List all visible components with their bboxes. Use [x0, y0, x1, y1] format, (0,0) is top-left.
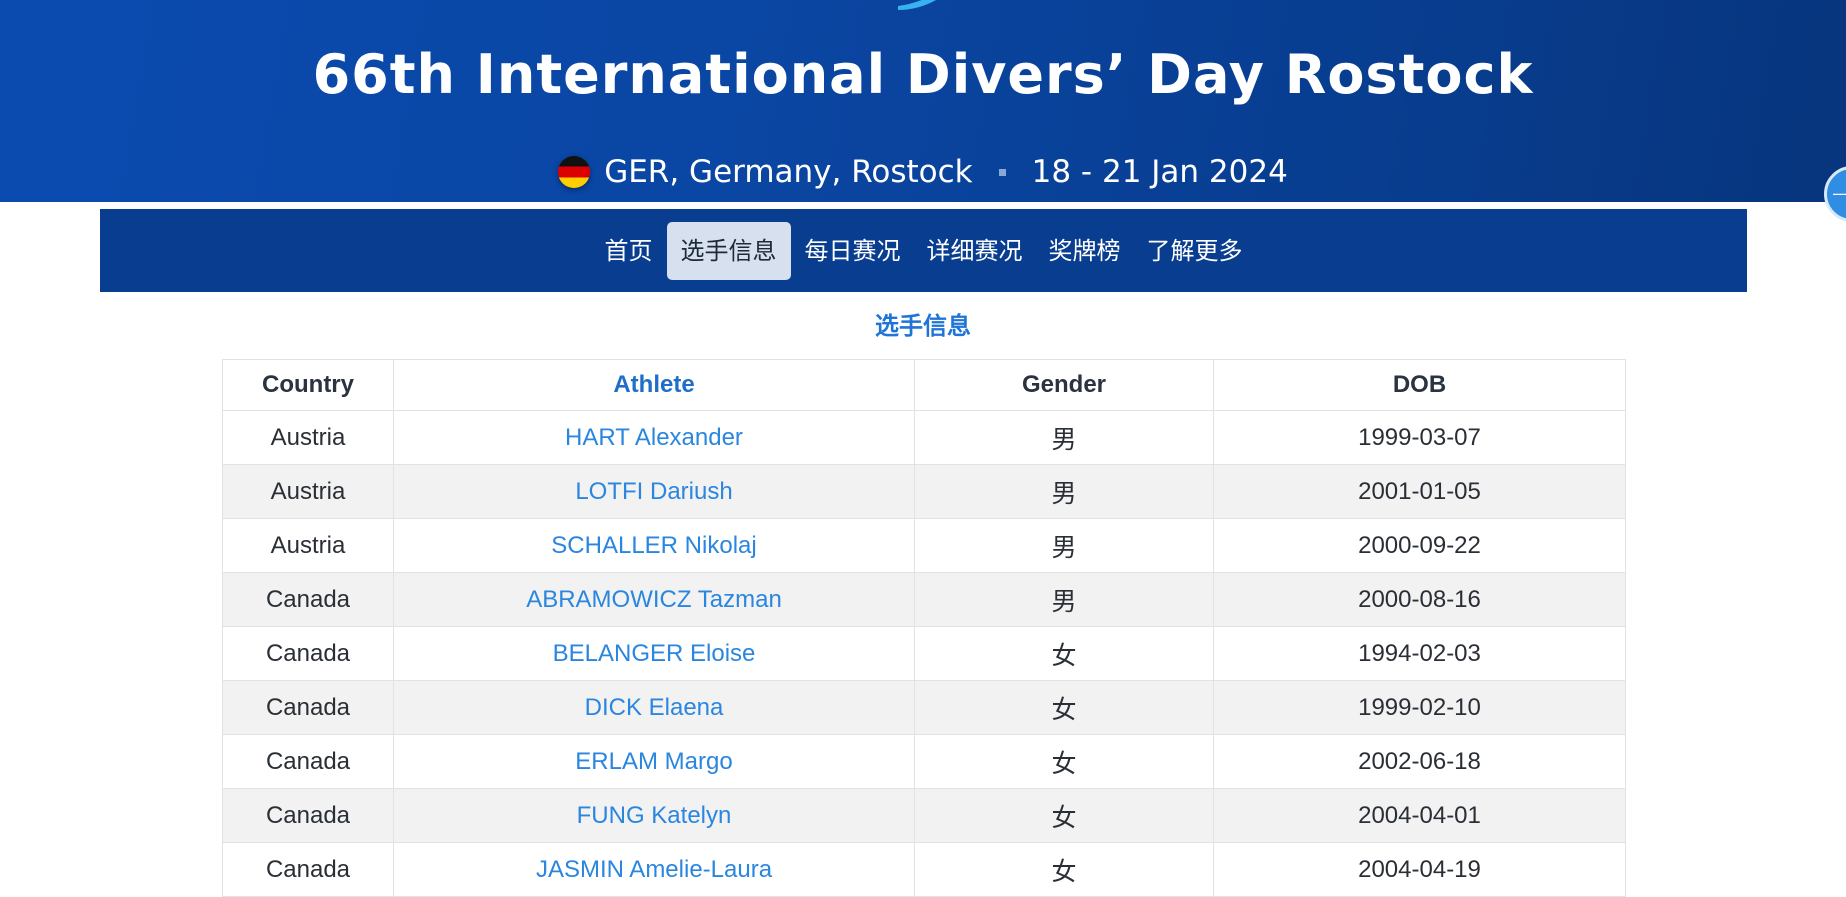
nav-item-daily-results[interactable]: 每日赛况 — [793, 222, 913, 280]
column-header-gender: Gender — [914, 359, 1214, 411]
athlete-link[interactable]: JASMIN Amelie-Laura — [393, 842, 915, 897]
athlete-link[interactable]: FUNG Katelyn — [393, 788, 915, 843]
table-header-row: Country Athlete Gender DOB — [222, 359, 1626, 411]
country-cell: Canada — [222, 680, 394, 735]
country-cell: Canada — [222, 626, 394, 681]
nav-item-athletes[interactable]: 选手信息 — [666, 221, 791, 280]
column-header-dob: DOB — [1213, 359, 1626, 411]
separator-dot — [998, 168, 1006, 176]
country-cell: Canada — [222, 734, 394, 789]
country-cell: Austria — [222, 410, 394, 465]
table-row: Austria LOTFI Dariush 男 2001-01-05 — [222, 464, 1626, 519]
nav-item-home[interactable]: 首页 — [593, 222, 665, 280]
athlete-link[interactable]: BELANGER Eloise — [393, 626, 915, 681]
athletes-table: Country Athlete Gender DOB Austria HART … — [222, 359, 1626, 897]
event-logo-icon — [898, 0, 936, 10]
gender-cell: 女 — [914, 680, 1214, 735]
table-row: Canada BELANGER Eloise 女 1994-02-03 — [222, 626, 1626, 681]
country-cell: Canada — [222, 572, 394, 627]
gender-cell: 女 — [914, 842, 1214, 897]
table-row: Canada JASMIN Amelie-Laura 女 2004-04-19 — [222, 842, 1626, 897]
gender-cell: 男 — [914, 464, 1214, 519]
dob-cell: 1999-02-10 — [1213, 680, 1626, 735]
section-title: 选手信息 — [875, 312, 971, 340]
dob-cell: 1999-03-07 — [1213, 410, 1626, 465]
gender-cell: 女 — [914, 626, 1214, 681]
main-nav: 首页 选手信息 每日赛况 详细赛况 奖牌榜 了解更多 — [100, 209, 1747, 292]
gender-cell: 男 — [914, 410, 1214, 465]
column-header-country: Country — [222, 359, 394, 411]
country-cell: Canada — [222, 842, 394, 897]
dob-cell: 2000-08-16 — [1213, 572, 1626, 627]
athlete-link[interactable]: HART Alexander — [393, 410, 915, 465]
nav-item-medal-table[interactable]: 奖牌榜 — [1037, 222, 1133, 280]
nav-item-learn-more[interactable]: 了解更多 — [1135, 222, 1255, 280]
table-row: Canada ERLAM Margo 女 2002-06-18 — [222, 734, 1626, 789]
dob-cell: 2001-01-05 — [1213, 464, 1626, 519]
gender-cell: 女 — [914, 734, 1214, 789]
dob-cell: 2000-09-22 — [1213, 518, 1626, 573]
event-title: 66th International Divers’ Day Rostock — [312, 43, 1534, 106]
country-cell: Austria — [222, 464, 394, 519]
table-row: Canada ABRAMOWICZ Tazman 男 2000-08-16 — [222, 572, 1626, 627]
dob-cell: 2002-06-18 — [1213, 734, 1626, 789]
column-header-athlete[interactable]: Athlete — [393, 359, 915, 411]
nav-item-detailed-results[interactable]: 详细赛况 — [915, 222, 1035, 280]
country-cell: Austria — [222, 518, 394, 573]
athlete-link[interactable]: DICK Elaena — [393, 680, 915, 735]
table-row: Canada DICK Elaena 女 1999-02-10 — [222, 680, 1626, 735]
dob-cell: 1994-02-03 — [1213, 626, 1626, 681]
gender-cell: 男 — [914, 572, 1214, 627]
germany-flag-icon — [558, 156, 591, 188]
athlete-link[interactable]: SCHALLER Nikolaj — [393, 518, 915, 573]
table-row: Austria HART Alexander 男 1999-03-07 — [222, 410, 1626, 465]
event-dates: 18 - 21 Jan 2024 — [1031, 154, 1288, 190]
gender-cell: 男 — [914, 518, 1214, 573]
gender-cell: 女 — [914, 788, 1214, 843]
dob-cell: 2004-04-19 — [1213, 842, 1626, 897]
country-cell: Canada — [222, 788, 394, 843]
athlete-link[interactable]: ERLAM Margo — [393, 734, 915, 789]
athlete-link[interactable]: LOTFI Dariush — [393, 464, 915, 519]
table-row: Canada FUNG Katelyn 女 2004-04-01 — [222, 788, 1626, 843]
event-banner: 66th International Divers’ Day Rostock G… — [0, 0, 1846, 202]
event-meta: GER, Germany, Rostock 18 - 21 Jan 2024 — [0, 150, 1846, 194]
table-row: Austria SCHALLER Nikolaj 男 2000-09-22 — [222, 518, 1626, 573]
dob-cell: 2004-04-01 — [1213, 788, 1626, 843]
athlete-link[interactable]: ABRAMOWICZ Tazman — [393, 572, 915, 627]
event-location: GER, Germany, Rostock — [604, 154, 973, 190]
